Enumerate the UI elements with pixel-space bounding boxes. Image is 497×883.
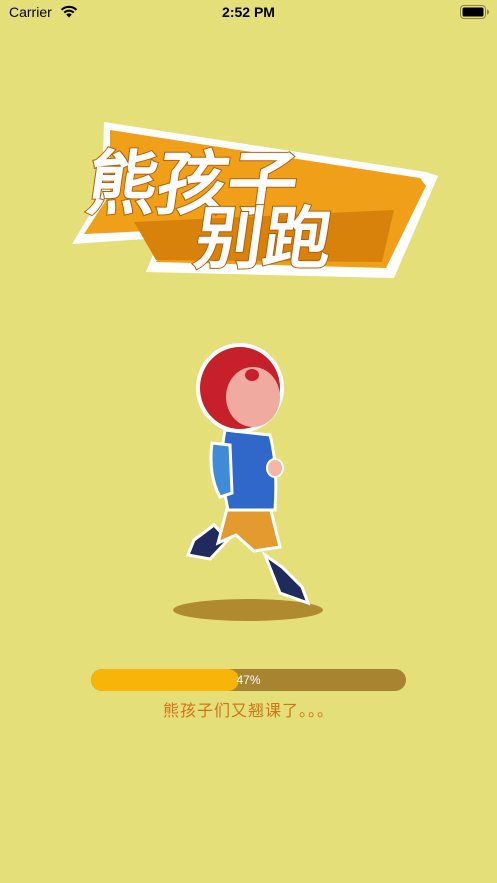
running-boy-illustration [173, 343, 323, 621]
loading-message: 熊孩子们又翘课了。。。 [162, 701, 334, 720]
logo-title-line2: 别跑 [190, 200, 337, 279]
loading-progress-bar: 47% [91, 669, 406, 691]
battery-icon [460, 5, 489, 19]
progress-percent-label: 47% [236, 673, 261, 687]
status-time: 2:52 PM [222, 4, 275, 20]
status-bar: Carrier 2:52 PM [0, 0, 497, 26]
game-logo: 熊孩子 别跑 [72, 122, 438, 280]
